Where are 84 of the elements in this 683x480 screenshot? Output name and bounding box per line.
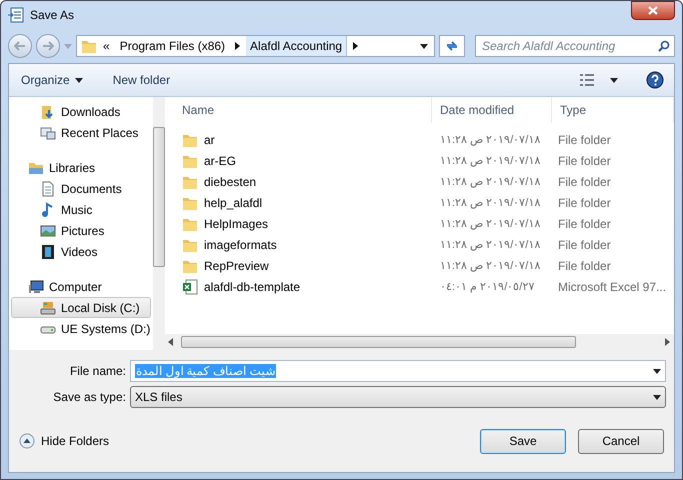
new-folder-button[interactable]: New folder [110, 71, 172, 89]
breadcrumb[interactable]: Alafdl Accounting [246, 36, 348, 56]
organize-menu[interactable]: Organize [19, 71, 85, 89]
type-cell-text: File folder [557, 258, 612, 272]
refresh-arrows-icon [445, 40, 459, 52]
address-bar[interactable]: « Program Files (x86) Alafdl Accounting [76, 35, 435, 57]
field-label: Save as type: [52, 390, 127, 404]
sidebar-item[interactable]: Documents [11, 178, 152, 199]
column-header[interactable]: Date modified [432, 97, 552, 123]
date-cell-text: ٢٠١٩/٠٧/١٨ ص ١١:٢٨ [439, 154, 542, 167]
dialog-button[interactable]: Save [480, 428, 566, 454]
file-name[interactable]: alafdl-db-template [182, 278, 432, 294]
sidebar-item[interactable]: UE Systems (D:) [11, 318, 152, 339]
dialog-button[interactable]: Cancel [578, 428, 664, 454]
picture-icon [40, 222, 56, 238]
field-label: File name: [68, 364, 127, 378]
refresh-button[interactable] [439, 35, 465, 57]
sidebar-item[interactable]: Videos [11, 241, 152, 262]
search-icon [658, 40, 670, 52]
details-view-icon [580, 74, 594, 86]
date-cell-text: ٢٠١٩/٠٥/٢٧ م ٠٤:٠١ [439, 280, 536, 293]
close-button[interactable] [631, 1, 675, 20]
file-name[interactable]: ar [182, 132, 432, 148]
sidebar-item[interactable]: Pictures [11, 220, 152, 241]
date-cell-text: ٢٠١٩/٠٧/١٨ ص ١١:٢٨ [439, 217, 542, 230]
type-cell-text: File folder [557, 238, 612, 252]
close-icon [648, 6, 658, 15]
overflow-chevron[interactable]: « [103, 39, 110, 53]
breadcrumb[interactable]: Program Files (x86) [116, 36, 230, 56]
date-cell-text: ٢٠١٩/٠٧/١٨ ص ١١:٢٨ [439, 238, 542, 251]
hide-folders-button[interactable]: Hide Folders [19, 433, 110, 449]
file-name[interactable]: diebesten [182, 174, 432, 190]
sidebar-item[interactable]: Downloads [11, 101, 152, 122]
collapse-icon [19, 433, 35, 449]
dropdown-caret-icon [653, 394, 661, 400]
scrollbar-thumb[interactable] [181, 336, 576, 348]
file-name[interactable]: help_alafdl [182, 194, 432, 210]
scrollbar-thumb[interactable] [153, 127, 166, 267]
spreadsheet-icon [182, 278, 198, 294]
column-header[interactable]: Type [552, 97, 674, 123]
scroll-right-icon[interactable] [665, 338, 670, 346]
type-cell-text: File folder [557, 196, 612, 210]
computer-icon [28, 278, 44, 294]
horizontal-scrollbar[interactable] [164, 334, 674, 350]
forward-arrow-icon [42, 41, 54, 51]
type-cell-text: File folder [557, 216, 612, 230]
scroll-left-icon[interactable] [168, 338, 173, 346]
dropdown-caret-icon [420, 44, 428, 48]
chevron-icon[interactable] [235, 42, 240, 50]
recent-places-icon [40, 124, 56, 140]
caret-icon [610, 78, 618, 82]
dropdown-caret-icon [653, 368, 661, 374]
file-name[interactable]: imageformats [182, 236, 432, 252]
chevron-icon[interactable] [353, 42, 358, 50]
document-icon [40, 180, 56, 196]
date-cell-text: ٢٠١٩/٠٧/١٨ ص ١١:٢٨ [439, 196, 542, 209]
sidebar-item[interactable]: Recent Places [11, 122, 152, 143]
save-dialog-icon [8, 7, 24, 23]
file-name[interactable]: HelpImages [182, 216, 432, 232]
search-field[interactable]: Search Alafdl Accounting [475, 35, 675, 57]
type-cell-text: File folder [557, 154, 612, 168]
sidebar-item[interactable]: Local Disk (C:) [11, 297, 152, 318]
date-cell-text: ٢٠١٩/٠٧/١٨ ص ١١:٢٨ [439, 259, 542, 272]
type-cell-text: File folder [557, 132, 612, 146]
sidebar-item[interactable]: Computer [11, 276, 152, 297]
back-arrow-icon [14, 41, 26, 51]
file-name[interactable]: ar-EG [182, 152, 432, 168]
view-menu[interactable] [578, 72, 620, 88]
help-icon[interactable] [646, 71, 664, 89]
type-cell-text: File folder [557, 174, 612, 188]
vertical-scrollbar[interactable] [153, 97, 166, 350]
film-icon [40, 244, 56, 260]
date-cell-text: ٢٠١٩/٠٧/١٨ ص ١١:٢٨ [439, 175, 542, 188]
caret-icon [74, 78, 83, 82]
sidebar-item[interactable]: Libraries [11, 157, 152, 178]
folder-icon [81, 38, 97, 54]
type-cell-text: Microsoft Excel 97... [557, 280, 668, 294]
drive-icon [40, 300, 56, 316]
date-cell-text: ٢٠١٩/٠٧/١٨ ص ١١:٢٨ [439, 133, 542, 146]
window-title: Save As [30, 8, 76, 22]
column-header[interactable]: Name [182, 97, 432, 123]
sidebar-item[interactable]: Music [11, 199, 152, 220]
file-type-dropdown[interactable]: XLS files [130, 386, 666, 408]
file-name[interactable]: RepPreview [182, 258, 432, 274]
